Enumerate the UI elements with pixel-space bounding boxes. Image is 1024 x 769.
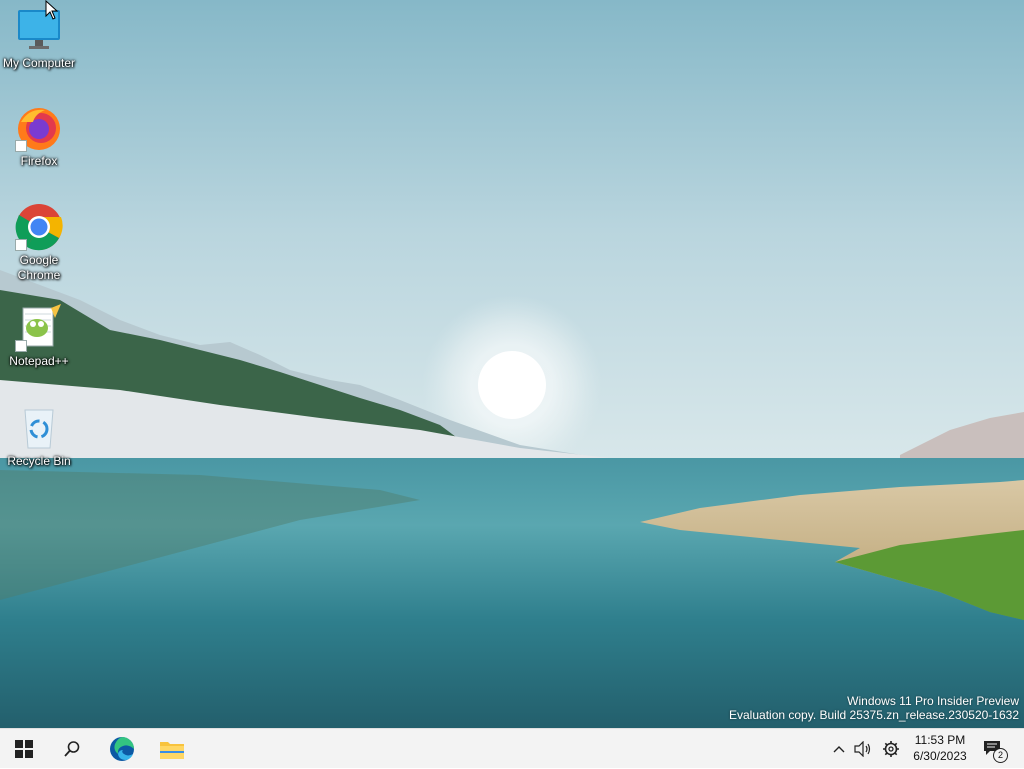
evaluation-watermark: Windows 11 Pro Insider Preview Evaluatio… <box>729 694 1019 722</box>
folder-icon <box>160 742 184 759</box>
show-hidden-icons-button[interactable] <box>828 729 850 769</box>
search-button[interactable] <box>50 729 94 769</box>
taskbar: 11:53 PM 6/30/2023 2 <box>0 728 1024 768</box>
speaker-icon <box>854 741 871 757</box>
desktop-icon-recycle-bin[interactable]: Recycle Bin <box>1 404 77 469</box>
start-button[interactable] <box>2 729 46 769</box>
desktop-icon-label: Notepad++ <box>9 354 69 368</box>
desktop-icon-label: My Computer <box>2 56 76 70</box>
notification-count-badge: 2 <box>993 748 1008 763</box>
desktop-icon-label: Firefox <box>20 154 58 168</box>
edge-icon <box>110 737 134 761</box>
desktop-icon-firefox[interactable]: Firefox <box>1 104 77 169</box>
notification-center-button[interactable]: 2 <box>978 729 1010 769</box>
desktop[interactable]: My Computer Firefox Google Chrome Notepa… <box>0 0 1024 728</box>
file-explorer-button[interactable] <box>150 729 194 769</box>
desktop-icon-label: Google Chrome <box>17 253 61 282</box>
edge-button[interactable] <box>100 729 144 769</box>
desktop-icon-label: Recycle Bin <box>7 454 71 468</box>
shortcut-arrow-icon <box>15 340 27 352</box>
gear-icon <box>883 741 899 757</box>
desktop-icon-my-computer[interactable]: My Computer <box>1 6 77 71</box>
clock-time: 11:53 PM <box>914 733 966 747</box>
wallpaper <box>0 0 1024 728</box>
clock-date: 6/30/2023 <box>913 749 967 763</box>
settings-button[interactable] <box>879 729 903 769</box>
desktop-icon-notepadpp[interactable]: Notepad++ <box>1 304 77 369</box>
shortcut-arrow-icon <box>15 239 27 251</box>
volume-button[interactable] <box>851 729 875 769</box>
mouse-cursor-icon <box>45 0 59 20</box>
recycle-bin-icon <box>15 404 63 452</box>
clock[interactable]: 11:53 PM 6/30/2023 <box>904 732 976 764</box>
watermark-line-1: Windows 11 Pro Insider Preview <box>847 694 1019 708</box>
chrome-icon <box>15 203 63 251</box>
watermark-line-2: Evaluation copy. Build 25375.zn_release.… <box>729 708 1019 722</box>
notepadpp-icon <box>15 304 63 352</box>
windows-logo-icon <box>15 740 33 758</box>
desktop-icon-google-chrome[interactable]: Google Chrome <box>1 203 77 283</box>
shortcut-arrow-icon <box>15 140 27 152</box>
search-icon <box>64 741 80 757</box>
chevron-up-icon <box>833 746 845 753</box>
firefox-icon <box>15 104 63 152</box>
